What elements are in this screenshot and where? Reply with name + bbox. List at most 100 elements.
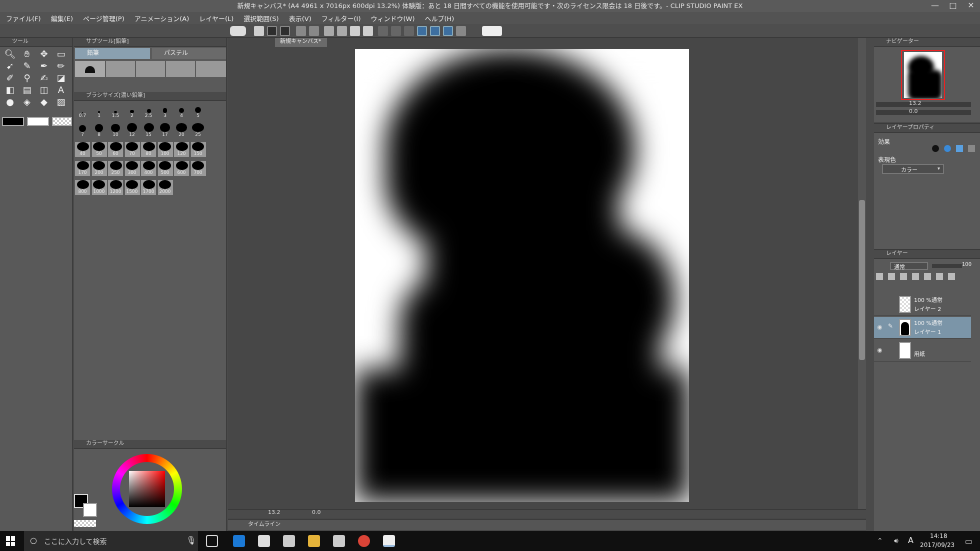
brush-size-option[interactable]: 8: [92, 123, 107, 138]
brush-size-option[interactable]: 5: [191, 104, 206, 119]
eye-icon[interactable]: ◉: [877, 324, 882, 331]
clip-studio-icon[interactable]: [230, 26, 246, 36]
move-icon[interactable]: ✥: [38, 50, 50, 60]
menu-edit[interactable]: 編集(E): [51, 13, 73, 23]
store-icon[interactable]: [258, 535, 270, 547]
brush-size-option[interactable]: 600: [174, 161, 189, 176]
main-color-swatch[interactable]: [2, 117, 24, 126]
clock-time[interactable]: 14:18: [930, 533, 947, 540]
brush-size-option[interactable]: 200: [91, 161, 107, 176]
text-icon[interactable]: A: [55, 86, 67, 96]
brush-size-option[interactable]: 20: [174, 123, 189, 138]
brush-size-option[interactable]: 4: [174, 104, 189, 119]
layer-color-icon[interactable]: [968, 145, 975, 152]
brush-size-option[interactable]: 3: [158, 104, 173, 119]
lasso-icon[interactable]: ➹: [4, 62, 16, 72]
brush-size-option[interactable]: 100: [157, 142, 173, 157]
blend-mode-select[interactable]: 通常: [890, 262, 928, 271]
tone-icon[interactable]: [956, 145, 963, 152]
subtool-item[interactable]: [106, 61, 135, 77]
clear-icon[interactable]: [324, 26, 334, 36]
navigator-viewport[interactable]: [901, 50, 945, 100]
brush-size-option[interactable]: 1700: [141, 180, 156, 195]
fill-outside-icon[interactable]: [337, 26, 347, 36]
menu-selection[interactable]: 選択範囲(S): [244, 13, 279, 23]
brush-size-option[interactable]: 2.5: [141, 104, 156, 119]
brush-size-option[interactable]: 400: [141, 161, 156, 176]
document-tab[interactable]: 新規キャンバス*: [275, 38, 327, 47]
balloon-icon[interactable]: ▨: [55, 98, 67, 108]
expression-color-select[interactable]: カラー ▾: [882, 164, 944, 174]
subtool-item[interactable]: [75, 61, 105, 77]
brush-size-option[interactable]: 15: [141, 123, 156, 138]
redo-icon[interactable]: [309, 26, 319, 36]
correct-icon[interactable]: ◆: [38, 98, 50, 108]
microphone-icon[interactable]: 🎙︎: [186, 536, 196, 545]
save-icon[interactable]: [280, 26, 290, 36]
special-ruler-icon[interactable]: [456, 26, 466, 36]
windows-start-icon[interactable]: [6, 536, 16, 546]
shape-icon[interactable]: ◫: [38, 86, 50, 96]
menu-view[interactable]: 表示(V): [289, 13, 312, 23]
brush-size-option[interactable]: 1000: [91, 180, 107, 195]
menu-page[interactable]: ページ管理(P): [83, 13, 124, 23]
brush-size-option[interactable]: 25: [191, 123, 206, 138]
brush-size-option[interactable]: 300: [124, 161, 140, 176]
clip-studio-taskbar-icon[interactable]: [383, 535, 395, 547]
task-view-icon[interactable]: [206, 535, 218, 547]
edge-icon[interactable]: [233, 535, 245, 547]
ruler-snap-icon[interactable]: [417, 26, 427, 36]
tab-pastel[interactable]: パステル: [152, 48, 226, 59]
extract-line-icon[interactable]: [944, 145, 951, 152]
clip-icon[interactable]: [888, 273, 895, 280]
lock-icon[interactable]: [876, 273, 883, 280]
close-button[interactable]: ✕: [962, 0, 980, 12]
hand-icon[interactable]: ✋︎: [21, 50, 33, 60]
brush-size-option[interactable]: 12: [125, 123, 140, 138]
brush-size-option[interactable]: 1200: [108, 180, 123, 195]
brush-size-option[interactable]: 0.7: [75, 104, 90, 119]
brush-size-option[interactable]: 17: [158, 123, 173, 138]
brush-size-option[interactable]: 700: [190, 161, 206, 176]
fill-icon[interactable]: ◧: [4, 86, 16, 96]
blend-icon[interactable]: ✍: [38, 74, 50, 84]
crop-icon[interactable]: [363, 26, 373, 36]
grid-snap-icon[interactable]: [443, 26, 453, 36]
layer-row[interactable]: ◉ 用紙: [874, 340, 971, 362]
eraser-icon[interactable]: ◪: [55, 74, 67, 84]
navigator-zoom-slider[interactable]: [876, 102, 971, 107]
canvas-zoom-value[interactable]: 13.2: [268, 510, 280, 516]
layer-row-selected[interactable]: ◉ ✎ 100 %通常 レイヤー 1: [874, 317, 971, 339]
palette-icon[interactable]: [948, 273, 955, 280]
brush-size-option[interactable]: 50: [91, 142, 107, 157]
menu-animation[interactable]: アニメーション(A): [134, 13, 189, 23]
opacity-slider[interactable]: [932, 264, 962, 268]
brush-size-option[interactable]: 80: [141, 142, 156, 157]
brush-size-option[interactable]: 10: [108, 123, 123, 138]
subtool-item[interactable]: [166, 61, 195, 77]
subtool-item[interactable]: [196, 61, 226, 77]
brush-size-option[interactable]: 1.5: [108, 104, 123, 119]
navigator-angle-slider[interactable]: [876, 110, 971, 115]
new-file-icon[interactable]: [254, 26, 264, 36]
perspective-snap-icon[interactable]: [430, 26, 440, 36]
menu-window[interactable]: ウィンドウ(W): [371, 13, 415, 23]
volume-icon[interactable]: 🔊︎: [894, 537, 898, 546]
undo-icon[interactable]: [296, 26, 306, 36]
sub-color-swatch[interactable]: [27, 117, 49, 126]
pen-icon[interactable]: ✒: [38, 62, 50, 72]
clock-date[interactable]: 2017/09/23: [920, 542, 955, 549]
brush-size-option[interactable]: 800: [75, 180, 90, 195]
minimize-button[interactable]: —: [926, 0, 944, 12]
hue-ring[interactable]: [112, 454, 182, 524]
chrome-icon[interactable]: [358, 535, 370, 547]
frame-icon[interactable]: ●: [4, 98, 16, 108]
ime-indicator[interactable]: A: [908, 536, 913, 545]
gradient-icon[interactable]: ▤: [21, 86, 33, 96]
snap2-icon[interactable]: [391, 26, 401, 36]
snap-icon[interactable]: [378, 26, 388, 36]
menu-filter[interactable]: フィルター(I): [321, 13, 360, 23]
drawing-canvas[interactable]: [355, 49, 689, 502]
scrollbar-thumb[interactable]: [859, 200, 865, 360]
brush-size-option[interactable]: 60: [108, 142, 123, 157]
